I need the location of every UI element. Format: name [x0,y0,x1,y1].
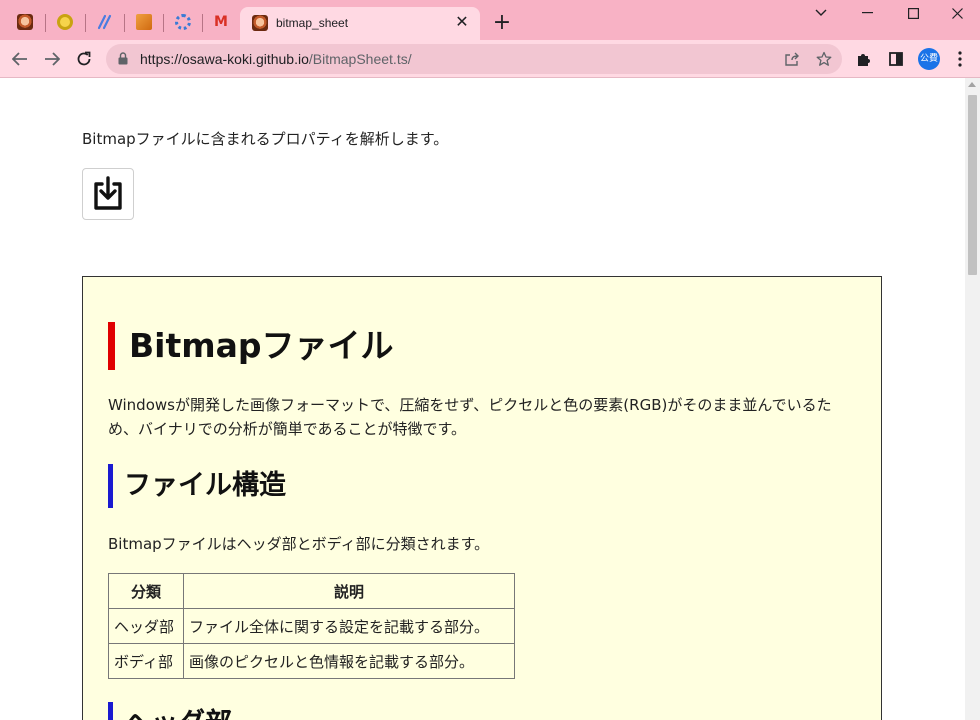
forward-button[interactable] [39,46,65,72]
page-viewport: Bitmapファイルに含まれるプロパティを解析します。 Bitmapファイル W… [0,78,965,720]
back-arrow-icon [12,52,27,66]
url-text: https://osawa-koki.github.io/BitmapSheet… [140,51,412,67]
table-row: ヘッダ部 ファイル全体に関する設定を記載する部分。 [108,608,515,644]
back-button[interactable] [7,46,33,72]
maximize-icon [907,7,919,19]
minimize-button[interactable] [844,0,890,26]
close-window-button[interactable] [934,0,980,26]
structure-table: 分類 説明 ヘッダ部 ファイル全体に関する設定を記載する部分。 ボディ部 画像の… [108,573,515,679]
pinned-tab-2[interactable] [46,7,84,37]
table-row: ボディ部 画像のピクセルと色情報を記載する部分。 [108,643,515,679]
url-host: https://osawa-koki.github.io [140,51,309,67]
slash-favicon-icon [97,14,112,30]
maximize-button[interactable] [890,0,936,26]
ring-favicon-icon [57,14,73,30]
table-header-row: 分類 説明 [108,573,515,609]
side-panel-icon[interactable] [886,49,906,69]
download-tray-icon [94,176,122,210]
table-cell: ボディ部 [108,643,184,679]
tab-search-button[interactable] [798,0,844,26]
box-favicon-icon [136,14,152,30]
kebab-menu-icon[interactable] [950,49,970,69]
chevron-down-icon [815,9,827,16]
tab-close-icon[interactable]: ✕ [452,12,472,32]
sheet-description: Windowsが開発した画像フォーマットで、圧縮をせず、ピクセルと色の要素(RG… [108,396,832,438]
structure-heading: ファイル構造 [108,464,286,508]
table-cell: ヘッダ部 [108,608,184,644]
tab-strip: M bitmap_sheet ✕ + [0,0,980,40]
structure-text: Bitmapファイルはヘッダ部とボディ部に分類されます。 [108,535,490,553]
extensions-puzzle-icon[interactable] [854,49,874,69]
scroll-up-arrow-icon[interactable] [968,82,976,87]
browser-toolbar: https://osawa-koki.github.io/BitmapSheet… [0,40,980,78]
minimize-icon [861,12,873,14]
file-upload-button[interactable] [82,168,134,220]
column-header-category: 分類 [108,573,184,609]
address-bar[interactable]: https://osawa-koki.github.io/BitmapSheet… [106,44,842,74]
share-icon[interactable] [782,49,802,69]
pinned-tab-4[interactable] [125,7,163,37]
bitmap-info-sheet: Bitmapファイル Windowsが開発した画像フォーマットで、圧縮をせず、ピ… [82,276,882,720]
url-path: /BitmapSheet.ts/ [308,51,412,67]
gmail-favicon-icon: M [214,14,228,30]
face-favicon-icon [252,15,268,31]
intro-text: Bitmapファイルに含まれるプロパティを解析します。 [82,130,449,148]
sheet-title: Bitmapファイル [108,322,394,370]
bookmark-star-icon[interactable] [814,49,834,69]
pinned-tab-5[interactable] [164,7,202,37]
reload-button[interactable] [71,46,97,72]
close-icon [951,7,963,19]
profile-avatar[interactable]: 公費 [918,48,940,70]
pinned-tab-3[interactable] [86,7,124,37]
new-tab-button[interactable]: + [490,11,514,35]
table-cell: ファイル全体に関する設定を記載する部分。 [183,608,515,644]
page-scrollbar[interactable] [965,78,980,720]
lock-icon [118,52,128,65]
forward-arrow-icon [45,52,60,66]
face-favicon-icon [17,14,33,30]
gear-favicon-icon [175,14,191,30]
table-cell: 画像のピクセルと色情報を記載する部分。 [183,643,515,679]
scrollbar-thumb[interactable] [968,95,977,275]
pinned-tab-6[interactable]: M [202,7,240,37]
pinned-tab-1[interactable] [6,7,44,37]
tab-title: bitmap_sheet [276,16,349,30]
reload-icon [77,51,91,66]
tab-bitmap-sheet[interactable]: bitmap_sheet ✕ [240,7,480,40]
column-header-description: 説明 [183,573,515,609]
header-section-heading: ヘッダ部 [108,702,232,720]
